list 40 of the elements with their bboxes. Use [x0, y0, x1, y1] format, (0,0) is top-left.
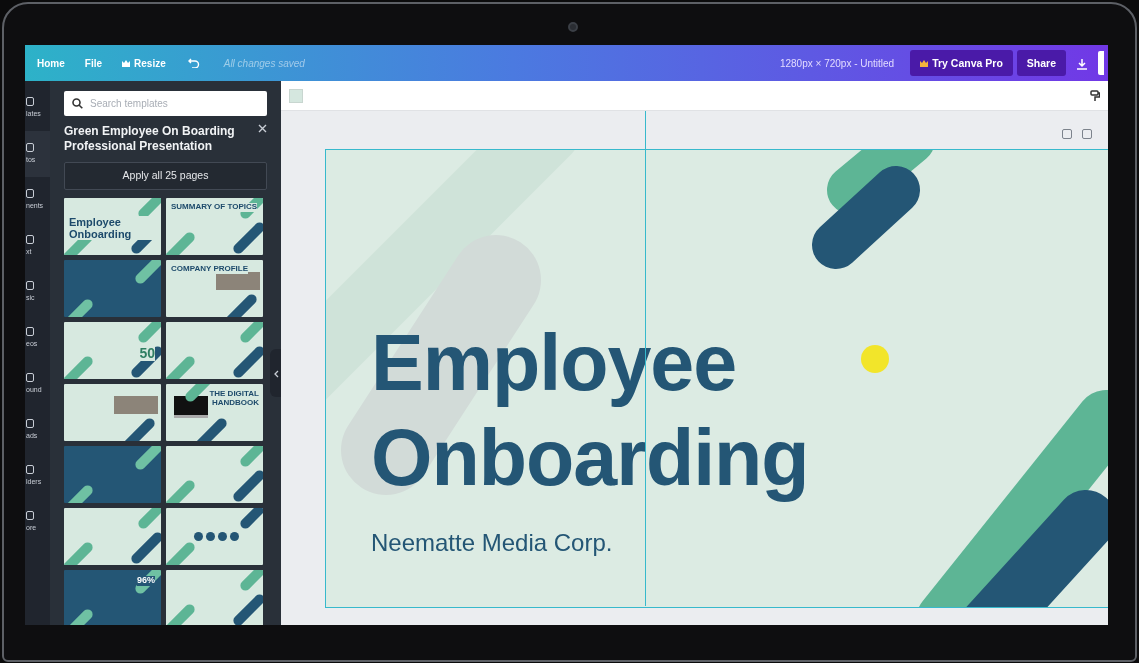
template-thumbnail[interactable] — [166, 445, 263, 503]
close-icon[interactable] — [258, 124, 267, 133]
thumbnail-heading: THE DIGITAL HANDBOOK — [209, 389, 259, 408]
panel-edge — [1098, 51, 1104, 75]
template-thumbnail[interactable] — [64, 383, 161, 441]
template-thumbnail[interactable]: COMPANY PROFILE — [166, 259, 263, 317]
search-icon — [72, 98, 83, 109]
thumbnail-heading: COMPANY PROFILE — [171, 264, 249, 274]
template-thumbnail[interactable] — [166, 569, 263, 625]
template-title: Green Employee On Boarding Professional Presentation — [64, 124, 236, 154]
chevron-left-icon — [273, 369, 279, 378]
webcam-icon — [568, 22, 578, 32]
template-thumbnail[interactable] — [166, 507, 263, 565]
template-thumbnail[interactable]: THE DIGITAL HANDBOOK — [166, 383, 263, 441]
template-thumbnail[interactable]: Employee Onboarding — [64, 197, 161, 255]
collapse-handle[interactable] — [270, 349, 281, 397]
undo-icon[interactable] — [187, 58, 200, 68]
template-thumbnail[interactable] — [64, 259, 161, 317]
template-thumbnail[interactable] — [166, 321, 263, 379]
template-thumbnail[interactable]: SUMMARY OF TOPICS — [166, 197, 263, 255]
apply-button[interactable]: Apply all 25 pages — [64, 162, 267, 190]
color-swatch[interactable] — [289, 88, 303, 103]
share-button[interactable]: Share — [1016, 50, 1066, 76]
template-thumbnail[interactable] — [64, 507, 161, 565]
save-status: All changes saved — [223, 56, 305, 71]
crown-icon — [122, 59, 131, 67]
document-title[interactable]: 1280px × 720px - Untitled — [779, 55, 895, 71]
thumbnail-heading: 50 — [139, 345, 155, 362]
template-thumbnail[interactable]: 96% — [64, 569, 161, 625]
template-thumbnail[interactable]: 50 — [64, 321, 161, 379]
paint-roller-icon[interactable] — [1090, 89, 1100, 102]
slide-subtitle[interactable]: Neematte Media Corp. — [371, 525, 809, 561]
template-thumbnail[interactable] — [64, 445, 161, 503]
cursor-highlight — [861, 345, 889, 373]
try-pro-button[interactable]: Try Canva Pro — [910, 50, 1013, 76]
thumbnail-heading: SUMMARY OF TOPICS — [171, 202, 258, 212]
crown-icon — [920, 59, 929, 67]
thumbnail-heading: Employee Onboarding — [69, 215, 161, 240]
thumbnail-heading: 96% — [137, 575, 155, 586]
search-bar[interactable]: Search templates — [64, 91, 267, 116]
